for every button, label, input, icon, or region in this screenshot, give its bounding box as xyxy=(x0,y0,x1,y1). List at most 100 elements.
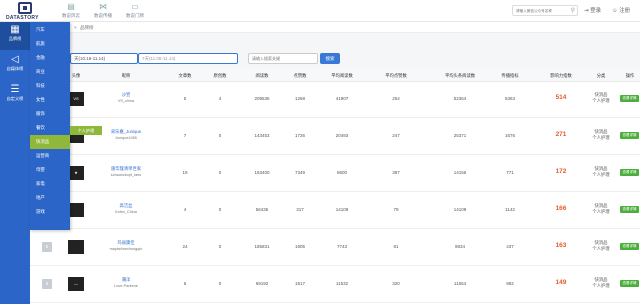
table-row: ★ 施华蔻清单世家 schwarzkopf_fans 19 0 163400 7349 860… xyxy=(30,156,640,192)
cell-avg_likes: 320 xyxy=(392,281,400,286)
cell-reads: 69192 xyxy=(255,281,269,286)
logo[interactable]: DATASTORY xyxy=(4,2,52,21)
view-detail-button[interactable]: 查看详情 xyxy=(620,206,639,213)
cell-spread: 982 xyxy=(506,281,514,286)
dropdown-item[interactable]: 科技 xyxy=(30,79,70,93)
sidebar-item-brand[interactable]: ▦ 品牌榜 xyxy=(0,22,30,50)
dropdown-item[interactable]: 游戏 xyxy=(30,205,70,219)
dropdown-item[interactable]: 汽车 xyxy=(30,23,70,37)
avatar xyxy=(68,203,84,217)
col-avatar: 头像 xyxy=(71,72,81,78)
col-avg-reads[interactable]: 平均阅读数 xyxy=(331,73,352,79)
influence-index: 172 xyxy=(555,168,567,175)
dropdown-item[interactable]: 母婴 xyxy=(30,163,70,177)
dropdown-item[interactable]: 快消品 xyxy=(30,135,70,149)
view-detail-button[interactable]: 查看详情 xyxy=(620,243,639,250)
list-icon: ☰ xyxy=(10,84,20,95)
col-original[interactable]: 原创数 xyxy=(214,73,227,79)
cell-avg_reads: 20493 xyxy=(335,133,349,138)
chart-icon: ▦ xyxy=(10,24,20,35)
cell-avg_likes: 254 xyxy=(392,96,400,101)
cell-likes: 317 xyxy=(296,207,304,212)
cell-original: 0 xyxy=(218,170,222,175)
account-name[interactable]: 采乐嘉_Junique Junique1985 xyxy=(111,129,141,140)
view-detail-button[interactable]: 查看详情 xyxy=(620,95,639,102)
view-detail-button[interactable]: 查看详情 xyxy=(620,132,639,139)
login-link[interactable]: ⇥ 登录 xyxy=(584,6,601,14)
view-detail-button[interactable]: 查看详情 xyxy=(620,169,639,176)
sidebar-item-custom[interactable]: ☰ 自定义榜 xyxy=(0,82,30,110)
subcategory-flyout[interactable]: 个人护理 xyxy=(70,126,102,135)
dropdown-item[interactable]: 商业 xyxy=(30,65,70,79)
cell-articles: 4 xyxy=(183,207,187,212)
login-icon: ⇥ xyxy=(584,8,589,14)
cell-spread: 437 xyxy=(506,244,514,249)
influence-index: 149 xyxy=(555,279,567,286)
avatar xyxy=(68,240,84,254)
account-name[interactable]: 施华蔻清单世家 schwarzkopf_fans xyxy=(111,166,141,177)
col-articles[interactable]: 文章数 xyxy=(179,73,192,79)
date-range-7d[interactable]: 7天(11.08-11.14) xyxy=(138,53,238,64)
table-row: VS 沙宣 VS_china 5 4 209536 1268 41907 254 52364 536… xyxy=(30,82,640,118)
account-nickname: 玛丽黛佳 xyxy=(117,240,135,245)
category: 快消品 个人护理 xyxy=(592,92,610,103)
cell-original: 0 xyxy=(218,207,222,212)
cell-avg_likes: 247 xyxy=(392,133,400,138)
table-row: 6 — 蒲洋 Love-Pantene 6 0 69192 1917 11532 320 11554… xyxy=(30,267,640,303)
dropdown-item[interactable]: 餐饮 xyxy=(30,121,70,135)
search-button[interactable]: 搜索 xyxy=(320,53,340,64)
ranking-table: 头像 昵称 文章数 原创数 阅读数 点赞数 平均阅读数 平均点赞数 平均头条阅读… xyxy=(30,68,640,304)
dropdown-item[interactable]: 地产 xyxy=(30,191,70,205)
col-avg-likes[interactable]: 平均点赞数 xyxy=(385,73,406,79)
category-dropdown: 汽车 航旅 金融 商业 科技 女性 服饰 餐饮 快消品 运营商 母婴 家电 地产 游戏 xyxy=(30,22,70,230)
col-reads[interactable]: 阅读数 xyxy=(256,73,269,79)
cell-reads: 185831 xyxy=(254,244,270,249)
search-icon[interactable]: ⚲ xyxy=(571,7,575,14)
cell-articles: 6 xyxy=(183,281,187,286)
date-range-30d[interactable]: 天(10.16-11.14) xyxy=(70,53,138,64)
category: 快消品 个人护理 xyxy=(592,240,610,251)
sidebar-item-media[interactable]: ◁ 自媒体榜 xyxy=(0,52,30,80)
cell-avg_reads: 41907 xyxy=(335,96,349,101)
table-header: 头像 昵称 文章数 原创数 阅读数 点赞数 平均阅读数 平均点赞数 平均头条阅读… xyxy=(30,68,640,82)
account-name[interactable]: 蒲洋 Love-Pantene xyxy=(114,277,138,288)
topnav-item-menpai[interactable]: ▭ 数说门牌 xyxy=(120,3,150,20)
account-name[interactable]: 玛丽黛佳 maybelinechongqin xyxy=(110,240,143,251)
account-name[interactable]: 高洁丝 Kotex_China xyxy=(115,203,137,214)
cell-spread: 1676 xyxy=(504,133,516,138)
left-sidebar: ▦ 品牌榜 ◁ 自媒体榜 ☰ 自定义榜 xyxy=(0,22,30,304)
category: 快消品 个人护理 xyxy=(592,277,610,288)
cell-avg_reads: 8600 xyxy=(336,170,348,175)
topnav-item-chuanbo[interactable]: ⋈ 数说传播 xyxy=(88,3,118,20)
account-name[interactable]: 沙宣 VS_china xyxy=(118,92,134,103)
dropdown-item[interactable]: 服饰 xyxy=(30,107,70,121)
col-likes[interactable]: 点赞数 xyxy=(294,73,307,79)
dropdown-item[interactable]: 金融 xyxy=(30,51,70,65)
register-link[interactable]: ☺ 注册 xyxy=(612,6,630,14)
dropdown-item[interactable]: 航旅 xyxy=(30,37,70,51)
table-row: 4高洁丝Kotex_China4056435317141097914109114… xyxy=(30,193,640,229)
breadcrumb-current[interactable]: 品牌榜 xyxy=(80,25,94,31)
avatar: VS xyxy=(68,92,84,106)
rank-number: 6 xyxy=(42,279,52,289)
cell-avg_headline_reads: 52364 xyxy=(453,96,467,101)
col-influence[interactable]: 影响力指数 xyxy=(550,73,571,79)
view-detail-button[interactable]: 查看详情 xyxy=(620,280,639,287)
keyword-input[interactable] xyxy=(249,54,315,63)
dropdown-item[interactable]: 运营商 xyxy=(30,149,70,163)
cell-likes: 1268 xyxy=(294,96,306,101)
cell-avg_likes: 387 xyxy=(392,170,400,175)
cell-avg_reads: 11532 xyxy=(335,281,349,286)
cell-avg_headline_reads: 14109 xyxy=(453,207,467,212)
topnav-item-fengyun[interactable]: ▤ 数说风云 xyxy=(56,3,86,20)
cell-likes: 1726 xyxy=(294,133,306,138)
account-nickname: 沙宣 xyxy=(121,92,131,97)
col-avg-headline[interactable]: 平均头条阅读数 xyxy=(445,73,475,79)
search-input[interactable] xyxy=(513,6,567,15)
col-spread[interactable]: 传播指标 xyxy=(501,73,518,79)
cell-articles: 7 xyxy=(183,133,187,138)
dropdown-item[interactable]: 女性 xyxy=(30,93,70,107)
dropdown-item[interactable]: 家电 xyxy=(30,177,70,191)
rank-number: 5 xyxy=(42,242,52,252)
cell-articles: 24 xyxy=(182,244,188,249)
